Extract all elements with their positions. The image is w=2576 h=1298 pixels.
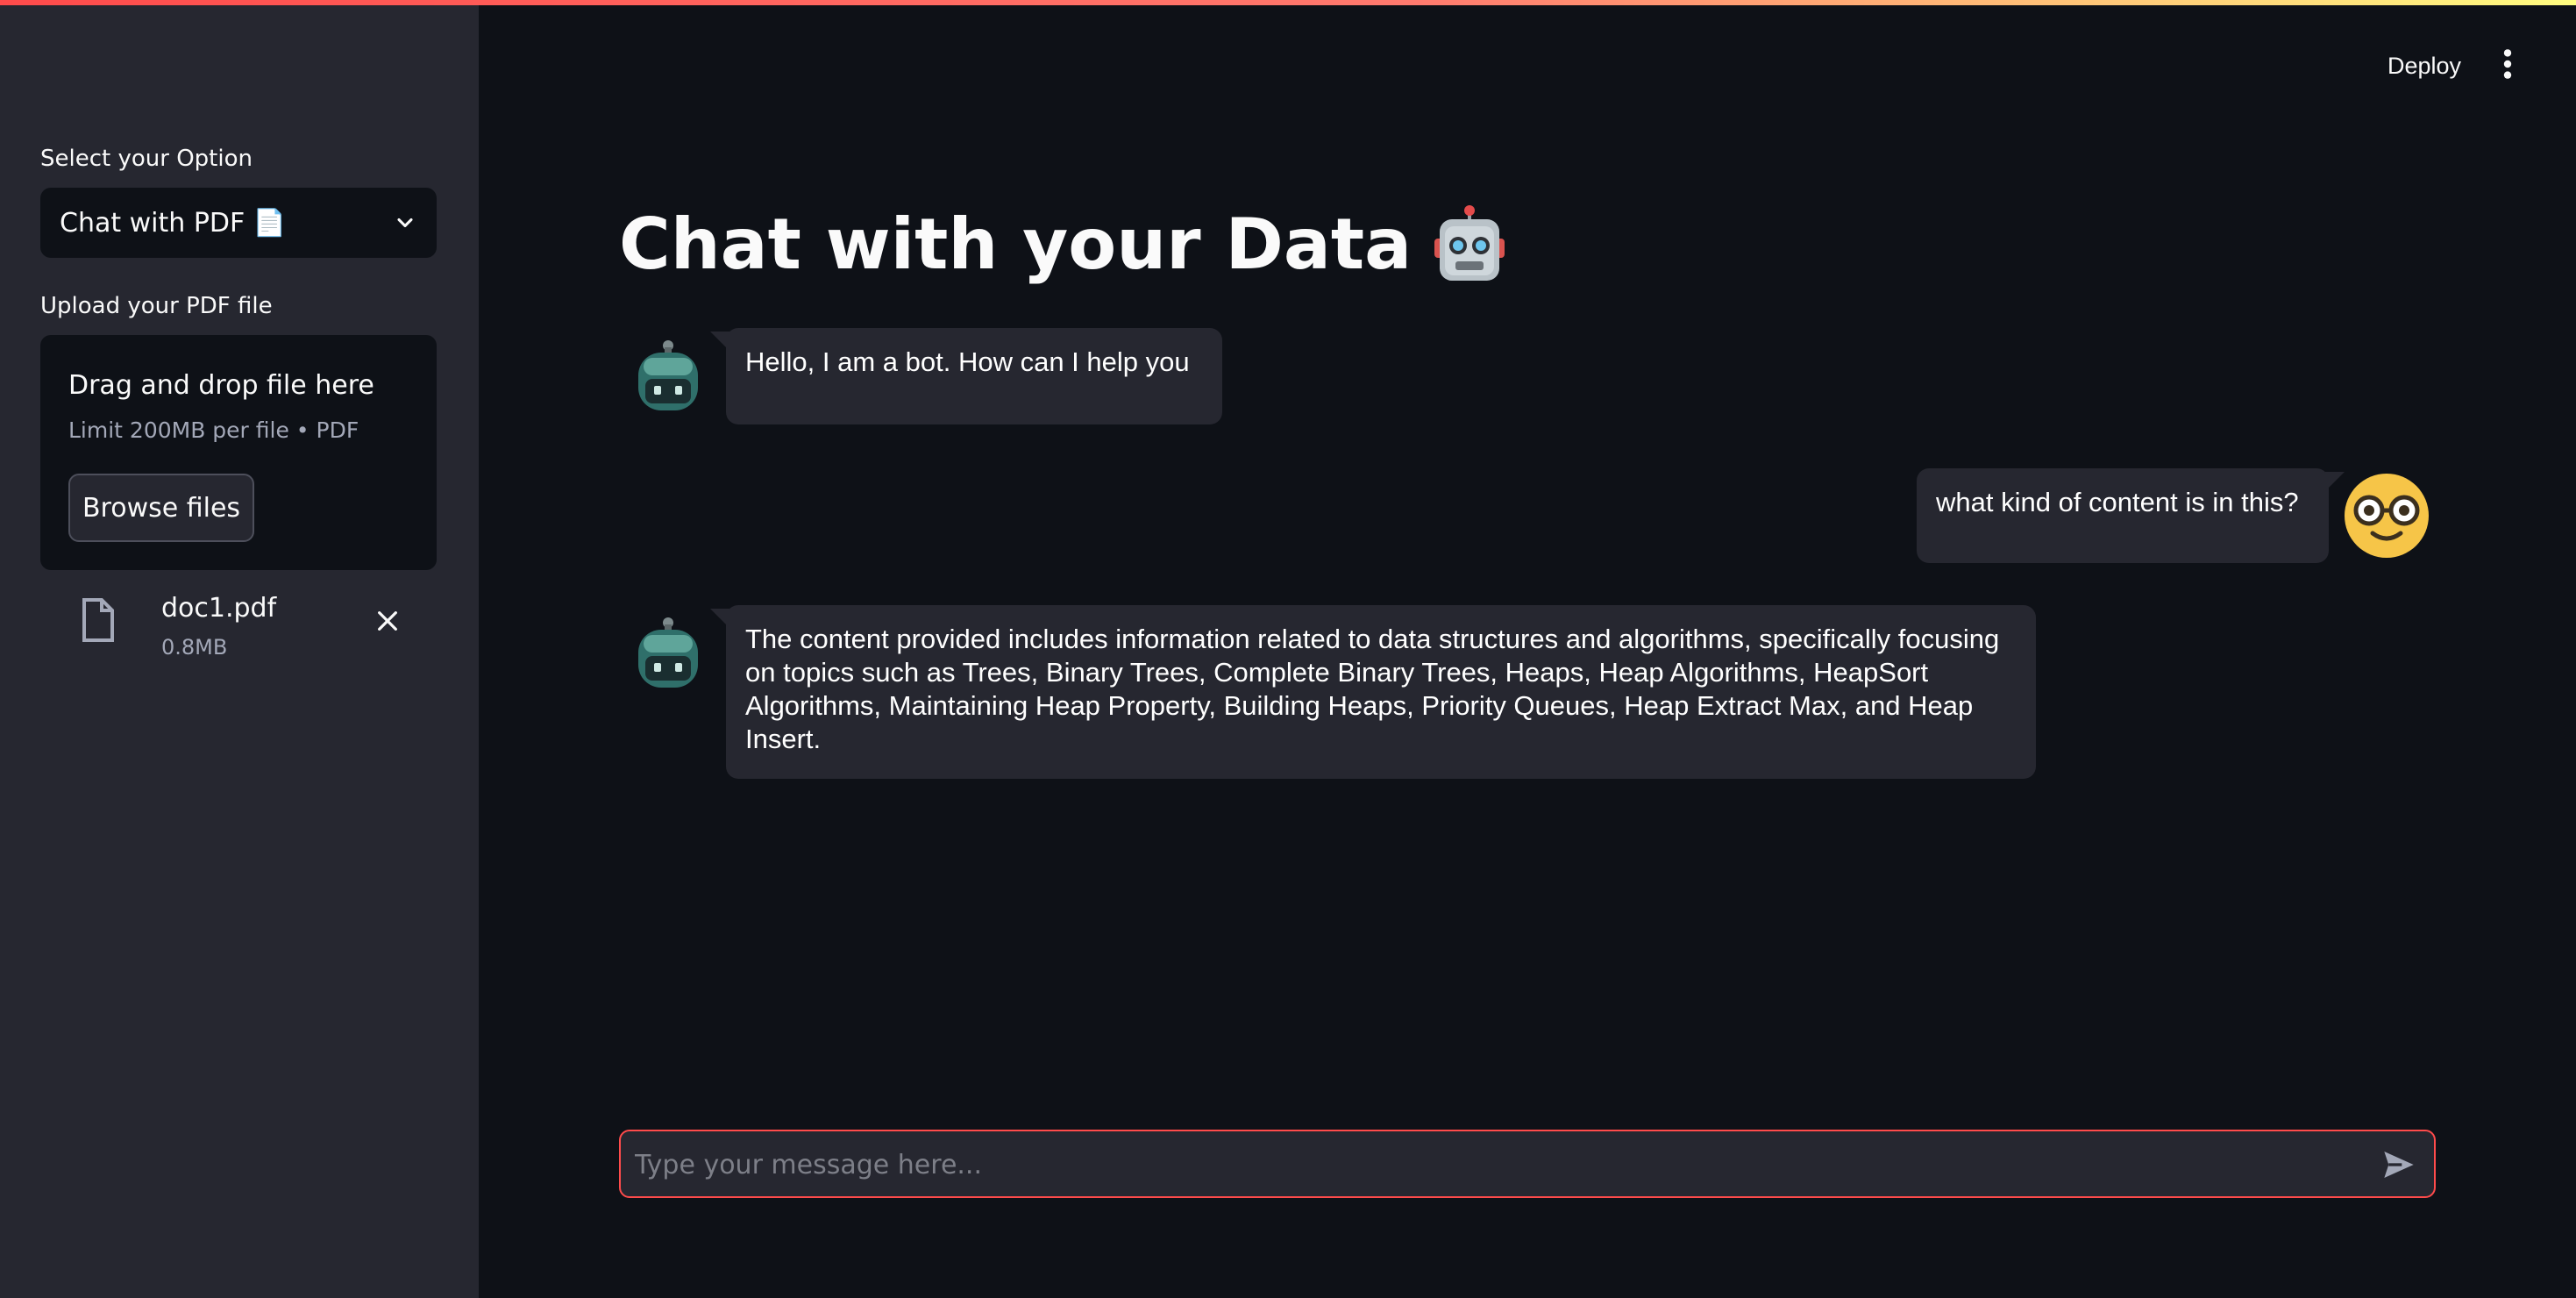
- user-message-bubble: what kind of content is in this?: [1917, 468, 2345, 563]
- bot-message-bubble: Hello, I am a bot. How can I help you: [710, 328, 1222, 424]
- bot-message-bubble: The content provided includes informatio…: [710, 605, 2036, 779]
- file-dropzone[interactable]: Drag and drop file here Limit 200MB per …: [40, 335, 437, 570]
- file-icon: [82, 598, 114, 642]
- more-options-icon[interactable]: [2494, 46, 2521, 82]
- page-title-text: Chat with your Data: [619, 203, 1413, 285]
- remove-file-icon[interactable]: [374, 607, 402, 635]
- uploaded-file-size: 0.8MB: [161, 635, 228, 660]
- option-select-value: Chat with PDF 📄: [60, 207, 287, 239]
- select-option-label: Select your Option: [40, 146, 253, 172]
- page-title: Chat with your Data: [619, 203, 1506, 285]
- uploaded-file-item: doc1.pdf 0.8MB: [40, 589, 437, 677]
- option-select[interactable]: Chat with PDF 📄: [40, 188, 437, 258]
- chat-input-container: [619, 1130, 2436, 1198]
- dropzone-title: Drag and drop file here: [68, 370, 374, 401]
- robot-face-icon: [1434, 204, 1505, 281]
- chat-message-input[interactable]: [633, 1131, 2355, 1198]
- uploaded-file-name: doc1.pdf: [161, 593, 277, 624]
- top-decoration-bar: [0, 0, 2576, 5]
- upload-pdf-label: Upload your PDF file: [40, 293, 273, 319]
- chevron-down-icon: [397, 218, 413, 228]
- dropzone-limit-text: Limit 200MB per file • PDF: [68, 417, 359, 443]
- bot-avatar-icon: [638, 617, 698, 688]
- send-icon[interactable]: [2381, 1147, 2416, 1182]
- browse-files-button[interactable]: Browse files: [68, 474, 254, 542]
- sidebar: Select your Option Chat with PDF 📄 Uploa…: [0, 0, 479, 1298]
- nerd-face-avatar-icon: [2345, 474, 2429, 558]
- bot-avatar-icon: [638, 340, 698, 410]
- deploy-button[interactable]: Deploy: [2367, 44, 2481, 88]
